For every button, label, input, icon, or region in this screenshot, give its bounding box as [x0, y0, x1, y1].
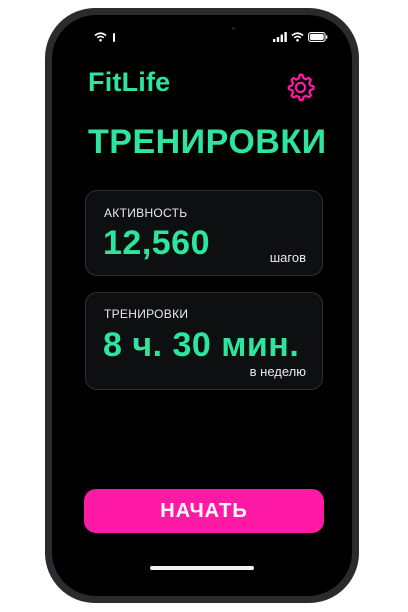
sim-indicator-icon	[113, 32, 115, 42]
activity-card: АКТИВНОСТЬ 12,560 шагов	[85, 190, 323, 276]
steps-unit: шагов	[269, 250, 306, 265]
status-bar-right	[273, 32, 328, 42]
workouts-label: ТРЕНИРОВКИ	[104, 307, 189, 321]
battery-icon	[308, 32, 328, 42]
status-bar-left	[94, 32, 115, 42]
page-title: ТРЕНИРОВКИ	[88, 123, 327, 161]
start-button[interactable]: НАЧАТЬ	[84, 489, 324, 533]
front-camera	[232, 27, 235, 30]
workouts-duration-value: 8 ч. 30 мин.	[103, 326, 300, 364]
workouts-card: ТРЕНИРОВКИ 8 ч. 30 мин. в неделю	[85, 292, 323, 390]
workouts-period-unit: в неделю	[249, 364, 306, 379]
cellular-signal-icon	[273, 32, 287, 42]
phone-screen: FitLife ТРЕНИРОВКИ АКТИВНОСТЬ 12,560 шаг…	[52, 15, 352, 596]
notch	[127, 15, 277, 43]
gear-icon[interactable]	[284, 71, 316, 103]
wifi-icon	[291, 32, 304, 42]
activity-label: АКТИВНОСТЬ	[104, 206, 188, 220]
home-indicator[interactable]	[150, 566, 254, 570]
app-title: FitLife	[88, 67, 171, 97]
wifi-icon	[94, 32, 107, 42]
steps-value: 12,560	[103, 224, 210, 262]
